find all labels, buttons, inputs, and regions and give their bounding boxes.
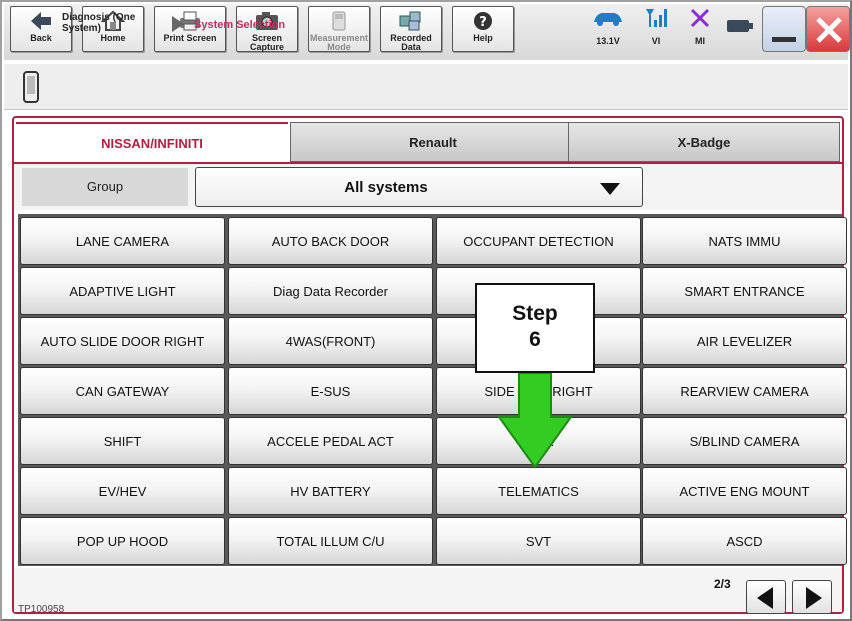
- help-icon: ?: [453, 10, 513, 34]
- step-callout-line2: 6: [529, 328, 541, 351]
- prev-page-button[interactable]: [746, 580, 786, 614]
- system-button[interactable]: REARVIEW CAMERA: [642, 367, 847, 415]
- svg-text:?: ?: [479, 15, 487, 30]
- system-button[interactable]: LANE CAMERA: [20, 217, 225, 265]
- chevron-down-icon: [600, 183, 620, 195]
- battery-voltage-status: 13.1V: [586, 6, 630, 46]
- system-button[interactable]: ADAPTIVE LIGHT: [20, 267, 225, 315]
- vi-status: VI: [636, 6, 676, 46]
- system-button[interactable]: SMART ENTRANCE: [642, 267, 847, 315]
- system-button[interactable]: AIR LEVELIZER: [642, 317, 847, 365]
- mi-status: MI: [680, 6, 720, 46]
- disconnected-x-icon: [680, 6, 720, 32]
- tab-nissan-infiniti[interactable]: NISSAN/INFINITI: [16, 122, 288, 162]
- system-button[interactable]: ASCD: [642, 517, 847, 565]
- measurement-icon: [309, 10, 369, 34]
- system-button[interactable]: ACCELE PEDAL ACT: [228, 417, 433, 465]
- system-button[interactable]: TOTAL ILLUM C/U: [228, 517, 433, 565]
- measurement-mode-button[interactable]: Measurement Mode: [308, 6, 370, 52]
- system-button[interactable]: EV/HEV: [20, 467, 225, 515]
- close-button[interactable]: [806, 6, 850, 52]
- system-button[interactable]: S/BLIND CAMERA: [642, 417, 847, 465]
- system-button[interactable]: HV BATTERY: [228, 467, 433, 515]
- breadcrumb: [4, 64, 848, 110]
- step-callout-line1: Step: [512, 302, 558, 325]
- minimize-icon: [772, 37, 796, 42]
- breadcrumb-diagnosis-one-system[interactable]: Diagnosis (One System): [62, 12, 142, 34]
- car-icon: [586, 6, 630, 32]
- system-button[interactable]: E-SUS: [228, 367, 433, 415]
- system-button[interactable]: SVT: [436, 517, 641, 565]
- system-button[interactable]: NATS IMMU: [642, 217, 847, 265]
- device-status-indicator: [722, 18, 758, 36]
- system-button[interactable]: CAN GATEWAY: [20, 367, 225, 415]
- system-button[interactable]: ACTIVE ENG MOUNT: [642, 467, 847, 515]
- help-button[interactable]: ? Help: [452, 6, 514, 52]
- system-button[interactable]: 4WAS(FRONT): [228, 317, 433, 365]
- group-label: Group: [22, 168, 188, 206]
- diagnosis-device-icon: [22, 70, 40, 109]
- minimize-button[interactable]: [762, 6, 806, 52]
- step-arrow-icon: [497, 373, 573, 469]
- next-page-button[interactable]: [792, 580, 832, 614]
- signal-icon: [636, 6, 676, 32]
- figure-code: TP100958: [18, 604, 65, 615]
- breadcrumb-system-selection: System Selection: [194, 19, 286, 31]
- recorded-data-icon: [381, 10, 441, 34]
- recorded-data-button[interactable]: Recorded Data: [380, 6, 442, 52]
- triangle-left-icon: [757, 587, 773, 609]
- tab-x-badge[interactable]: X-Badge: [568, 122, 840, 162]
- system-button[interactable]: OCCUPANT DETECTION: [436, 217, 641, 265]
- page-indicator: 2/3: [714, 577, 731, 591]
- system-button[interactable]: POP UP HOOD: [20, 517, 225, 565]
- system-button[interactable]: TELEMATICS: [436, 467, 641, 515]
- device-bar-icon: [722, 18, 758, 36]
- tab-renault[interactable]: Renault: [290, 122, 576, 162]
- triangle-right-icon: [806, 587, 822, 609]
- system-button[interactable]: SHIFT: [20, 417, 225, 465]
- step-callout: Step 6: [475, 283, 595, 373]
- system-button[interactable]: AUTO BACK DOOR: [228, 217, 433, 265]
- system-button[interactable]: Diag Data Recorder: [228, 267, 433, 315]
- group-dropdown[interactable]: All systems: [195, 167, 643, 207]
- breadcrumb-arrow-icon: [172, 16, 184, 32]
- group-dropdown-value: All systems: [344, 179, 428, 196]
- close-icon: [813, 14, 845, 51]
- system-button[interactable]: AUTO SLIDE DOOR RIGHT: [20, 317, 225, 365]
